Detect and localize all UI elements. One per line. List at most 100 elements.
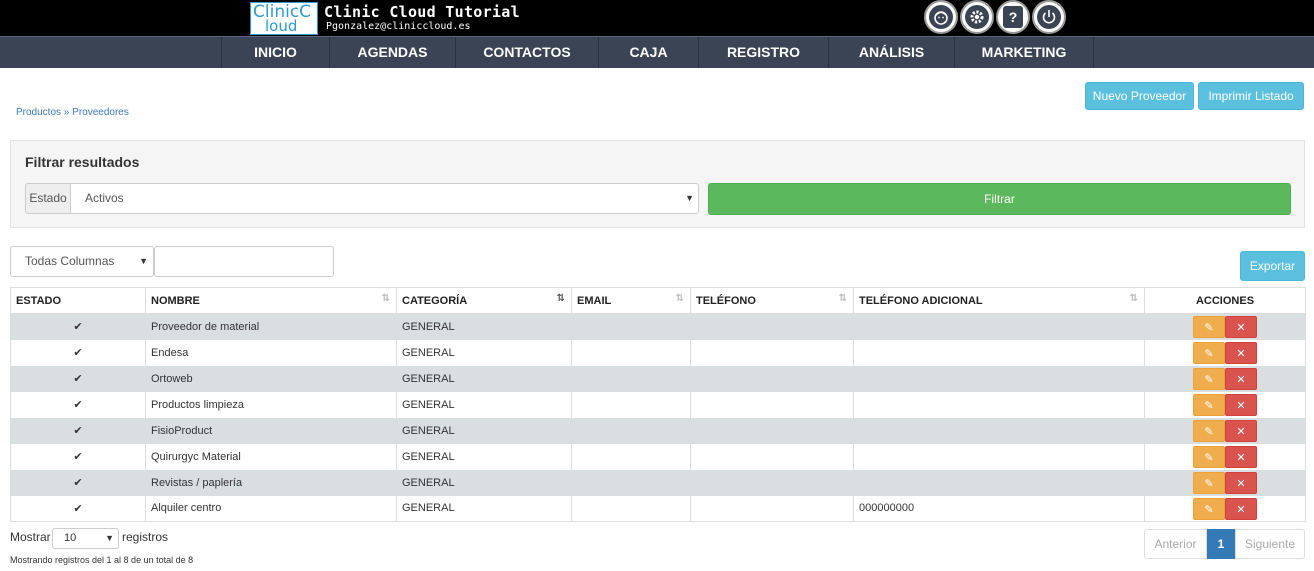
cell-telefono-adicional: [853, 417, 1145, 444]
column-header-categoria[interactable]: CATEGORÍA ⇅: [396, 287, 572, 314]
records-label: registros: [122, 530, 169, 544]
cell-nombre: Proveedor de material: [145, 313, 397, 340]
cell-acciones: ✎ ✕: [1144, 443, 1306, 470]
nav-item-caja[interactable]: CAJA: [598, 37, 698, 68]
cell-telefono: [690, 339, 854, 366]
column-header-telefono[interactable]: TELÉFONO ⇅: [690, 287, 854, 314]
table-row[interactable]: ✔ Endesa GENERAL ✎ ✕: [10, 339, 1306, 366]
cell-email: [571, 313, 691, 340]
cell-acciones: ✎ ✕: [1144, 365, 1306, 392]
close-icon: ✕: [1236, 373, 1246, 386]
cell-categoria: GENERAL: [396, 417, 572, 444]
delete-button[interactable]: ✕: [1225, 341, 1257, 364]
table-row[interactable]: ✔ Proveedor de material GENERAL ✎ ✕: [10, 313, 1306, 340]
close-icon: ✕: [1236, 399, 1246, 412]
sort-asc-icon: ⇅: [556, 293, 565, 304]
search-input[interactable]: [154, 246, 334, 277]
cell-acciones: ✎ ✕: [1144, 417, 1306, 444]
edit-button[interactable]: ✎: [1193, 445, 1225, 468]
estado-label: Estado: [25, 183, 71, 214]
power-icon: [1037, 5, 1061, 29]
delete-button[interactable]: ✕: [1225, 393, 1257, 416]
table-row[interactable]: ✔ Alquiler centro GENERAL 000000000 ✎ ✕: [10, 495, 1306, 522]
cell-nombre: FisioProduct: [145, 417, 397, 444]
delete-button[interactable]: ✕: [1225, 471, 1257, 494]
cell-telefono-adicional: [853, 339, 1145, 366]
estado-select[interactable]: Activos ▼: [70, 183, 699, 214]
pagination-previous[interactable]: Anterior: [1144, 529, 1207, 559]
edit-button[interactable]: ✎: [1193, 393, 1225, 416]
status-check-icon: ✔: [10, 365, 146, 392]
nav-item-inicio[interactable]: INICIO: [221, 37, 329, 68]
edit-button[interactable]: ✎: [1193, 419, 1225, 442]
cell-categoria: GENERAL: [396, 339, 572, 366]
settings-button[interactable]: [960, 0, 994, 34]
table-info: Mostrando registros del 1 al 8 de un tot…: [10, 555, 194, 565]
edit-button[interactable]: ✎: [1193, 471, 1225, 494]
profile-face-button[interactable]: [924, 0, 958, 34]
cell-email: [571, 495, 691, 522]
table-row[interactable]: ✔ Revistas / paplería GENERAL ✎ ✕: [10, 469, 1306, 496]
sort-icon: ⇅: [1129, 293, 1138, 304]
cell-email: [571, 417, 691, 444]
nav-item-contactos[interactable]: CONTACTOS: [455, 37, 598, 68]
nav-item-analisis[interactable]: ANÁLISIS: [828, 37, 954, 68]
delete-button[interactable]: ✕: [1225, 367, 1257, 390]
column-header-email[interactable]: EMAIL ⇅: [571, 287, 691, 314]
cell-telefono-adicional: [853, 469, 1145, 496]
cell-telefono: [690, 313, 854, 340]
logout-button[interactable]: [1032, 0, 1066, 34]
filter-title: Filtrar resultados: [25, 154, 140, 170]
column-select[interactable]: Todas Columnas ▼: [10, 246, 154, 277]
pencil-icon: ✎: [1204, 477, 1214, 490]
filter-panel: Filtrar resultados Estado Activos ▼ Filt…: [10, 140, 1305, 228]
status-check-icon: ✔: [10, 391, 146, 418]
pencil-icon: ✎: [1204, 322, 1214, 334]
status-check-icon: ✔: [10, 417, 146, 444]
pagination-next[interactable]: Siguiente: [1235, 529, 1305, 559]
filter-button[interactable]: Filtrar: [708, 183, 1291, 215]
nav-item-registro[interactable]: REGISTRO: [698, 37, 828, 68]
pagination-page-1[interactable]: 1: [1207, 529, 1235, 559]
delete-button[interactable]: ✕: [1225, 316, 1257, 338]
table-row[interactable]: ✔ Ortoweb GENERAL ✎ ✕: [10, 365, 1306, 392]
column-selected-value: Todas Columnas: [25, 254, 115, 268]
status-check-icon: ✔: [10, 313, 146, 340]
delete-button[interactable]: ✕: [1225, 445, 1257, 468]
nav-item-marketing[interactable]: MARKETING: [954, 37, 1094, 68]
close-icon: ✕: [1236, 322, 1246, 334]
new-supplier-button[interactable]: Nuevo Proveedor: [1085, 82, 1194, 110]
export-button[interactable]: Exportar: [1240, 251, 1305, 281]
table-row[interactable]: ✔ FisioProduct GENERAL ✎ ✕: [10, 417, 1306, 444]
table-row[interactable]: ✔ Quirurgyc Material GENERAL ✎ ✕: [10, 443, 1306, 470]
close-icon: ✕: [1236, 503, 1246, 516]
edit-button[interactable]: ✎: [1193, 497, 1225, 520]
face-icon: [929, 5, 953, 29]
column-header-telefono-adicional[interactable]: TELÉFONO ADICIONAL ⇅: [853, 287, 1145, 314]
edit-button[interactable]: ✎: [1193, 316, 1225, 338]
caret-down-icon: ▼: [139, 256, 148, 266]
help-button[interactable]: ?: [996, 0, 1030, 34]
table-row[interactable]: ✔ Productos limpieza GENERAL ✎ ✕: [10, 391, 1306, 418]
nav-item-agendas[interactable]: AGENDAS: [329, 37, 455, 68]
cell-telefono: [690, 391, 854, 418]
breadcrumb[interactable]: Productos » Proveedores: [16, 107, 129, 118]
cell-nombre: Quirurgyc Material: [145, 443, 397, 470]
close-icon: ✕: [1236, 347, 1246, 360]
edit-button[interactable]: ✎: [1193, 367, 1225, 390]
cell-telefono-adicional: [853, 365, 1145, 392]
pencil-icon: ✎: [1204, 373, 1214, 386]
cell-email: [571, 365, 691, 392]
cell-nombre: Productos limpieza: [145, 391, 397, 418]
delete-button[interactable]: ✕: [1225, 497, 1257, 520]
cell-telefono: [690, 443, 854, 470]
print-list-button[interactable]: Imprimir Listado: [1198, 82, 1304, 110]
clinic-cloud-logo[interactable]: ClinicC loud: [250, 2, 318, 35]
edit-button[interactable]: ✎: [1193, 341, 1225, 364]
column-header-estado[interactable]: ESTADO: [10, 287, 146, 314]
page-size-value: 10: [64, 532, 77, 544]
page-size-select[interactable]: 10 ▼: [52, 528, 119, 549]
help-icon: ?: [1003, 6, 1023, 28]
delete-button[interactable]: ✕: [1225, 419, 1257, 442]
column-header-nombre[interactable]: NOMBRE ⇅: [145, 287, 397, 314]
